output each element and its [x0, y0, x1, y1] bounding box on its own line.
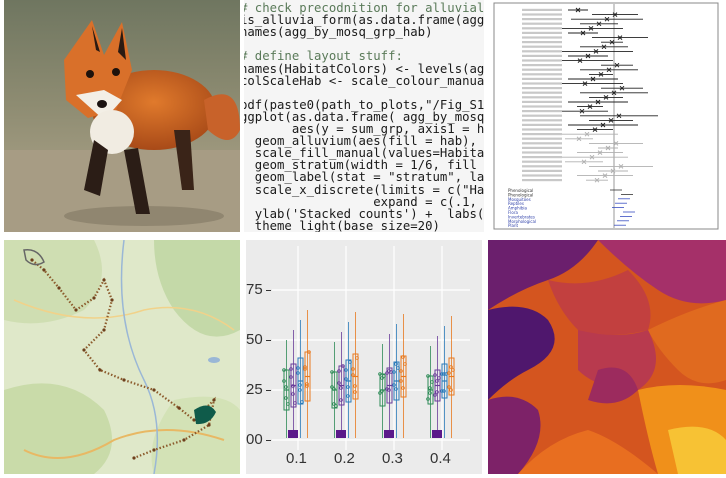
- row-label: [522, 151, 562, 154]
- row-label: [522, 119, 562, 122]
- code-line: names(agg_by_mosq_grp_hab): [244, 25, 433, 40]
- fox-photo: [4, 0, 240, 232]
- gps-fix: [152, 448, 156, 452]
- gps-fix: [102, 278, 106, 282]
- row-label: [522, 50, 562, 53]
- code-line: # define layout stuff:: [244, 49, 403, 64]
- row-label: [522, 68, 562, 71]
- y-tick-mark: [266, 440, 271, 441]
- x-tick-label: 0.2: [334, 450, 355, 467]
- x-tick-label: 0.4: [430, 450, 451, 467]
- gps-fix: [92, 296, 96, 300]
- box-base: [288, 430, 298, 438]
- gps-fix: [30, 258, 34, 262]
- gps-track-map: [4, 240, 240, 474]
- row-label: [522, 165, 562, 168]
- group-label: Plant: [508, 223, 519, 228]
- row-label: [522, 110, 562, 113]
- row-label: [522, 31, 562, 34]
- y-tick-label: 75: [246, 281, 263, 298]
- row-label: [522, 13, 562, 16]
- code-line: theme_light(base_size=20): [244, 218, 440, 232]
- code-line: colScaleHab <- scale_colour_manual(name …: [244, 73, 484, 88]
- row-label: [522, 105, 562, 108]
- row-label: [522, 114, 562, 117]
- x-tick-label: 0.3: [382, 450, 403, 467]
- box-base: [432, 430, 442, 438]
- gps-fix: [152, 388, 156, 392]
- gps-fix: [192, 418, 196, 422]
- row-label: [522, 54, 562, 57]
- code-line: scale_x_discrete(limits = c("Habitat", "…: [254, 182, 484, 197]
- gps-fix: [132, 456, 136, 460]
- row-label: [522, 142, 562, 145]
- gps-fix: [42, 268, 46, 272]
- row-label: [522, 87, 562, 90]
- row-label: [522, 73, 562, 76]
- row-label: [522, 8, 562, 11]
- forest-plot: Phenological Phenological Mosquitoes Reptil…: [488, 0, 726, 232]
- row-label: [522, 45, 562, 48]
- gps-fix: [177, 406, 181, 410]
- x-tick-label: 0.1: [286, 450, 307, 467]
- row-label: [522, 169, 562, 172]
- row-label: [522, 59, 562, 62]
- gps-fix: [74, 308, 78, 312]
- gps-fix: [98, 368, 102, 372]
- y-tick-mark: [266, 290, 271, 291]
- row-label: [522, 128, 562, 131]
- gps-fix: [82, 348, 86, 352]
- y-tick-label: 00: [246, 431, 263, 448]
- gps-fix: [182, 438, 186, 442]
- row-label: [522, 133, 562, 136]
- gps-fix: [122, 378, 126, 382]
- box-base: [336, 430, 346, 438]
- row-label: [522, 41, 562, 44]
- gps-fix: [110, 298, 114, 302]
- gps-fix: [212, 398, 216, 402]
- y-tick-mark: [266, 390, 271, 391]
- box-plot: 75 50 25 00 0.1 0.2 0.3 0.4: [246, 240, 482, 474]
- row-label: [522, 100, 562, 103]
- row-label: [522, 174, 562, 177]
- row-label: [522, 18, 562, 21]
- gps-fix: [207, 423, 211, 427]
- code-editor-snippet: # check precodnition for alluvial plotis…: [244, 0, 484, 232]
- row-label: [522, 123, 562, 126]
- gps-fix: [57, 286, 61, 290]
- code-line: geom_label(stat = "stratum", label.strat…: [254, 170, 484, 185]
- row-label: [522, 27, 562, 30]
- row-label: [522, 36, 562, 39]
- row-label: [522, 77, 562, 80]
- row-label: [522, 156, 562, 159]
- box-base: [384, 430, 394, 438]
- gps-fix: [102, 328, 106, 332]
- y-tick-mark: [266, 340, 271, 341]
- row-label: [522, 160, 562, 163]
- row-label: [522, 137, 562, 140]
- row-label: [522, 146, 562, 149]
- row-label: [522, 91, 562, 94]
- heatmap-regions: [488, 240, 726, 474]
- row-label: [522, 64, 562, 67]
- row-label: [522, 82, 562, 85]
- y-tick-label: 50: [246, 331, 263, 348]
- row-label: [522, 22, 562, 25]
- row-label: [522, 96, 562, 99]
- y-tick-label: 25: [246, 381, 263, 398]
- code-line: names(HabitatColors) <- levels(agg_by_mo…: [244, 61, 484, 76]
- row-label: [522, 179, 562, 182]
